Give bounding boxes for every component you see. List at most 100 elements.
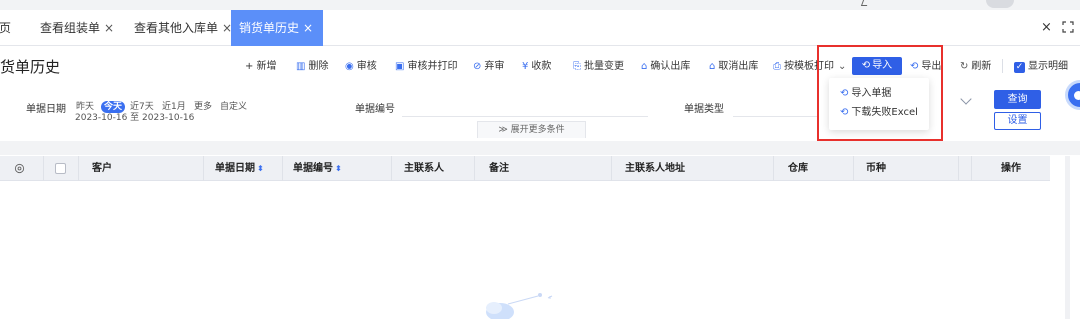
column-header-doc-date[interactable]: 单据日期 ⬍ xyxy=(215,156,264,181)
column-divider xyxy=(474,156,475,181)
warehouse-out-icon: ⌂ xyxy=(641,61,648,72)
audit-print-button[interactable]: ▣ 审核并打印 xyxy=(395,60,457,74)
add-button[interactable]: + 新增 xyxy=(245,60,277,74)
audit-button[interactable]: ◉ 审核 xyxy=(345,60,377,74)
column-header-warehouse: 仓库 xyxy=(788,163,808,174)
menu-item-import-doc[interactable]: ⟲ 导入单据 xyxy=(840,86,891,102)
expand-more-conditions[interactable]: ≫ 展开更多条件 xyxy=(477,121,586,138)
column-header-customer: 客户 xyxy=(92,163,112,174)
column-label: 单据编号 xyxy=(293,163,333,174)
avatar[interactable] xyxy=(986,0,1014,8)
refresh-button[interactable]: ↻ 刷新 xyxy=(960,60,991,74)
trash-icon: ▥ xyxy=(296,61,306,72)
close-icon[interactable]: × xyxy=(303,21,313,35)
payment-icon: ¥ xyxy=(522,61,529,72)
chevron-down-icon[interactable] xyxy=(960,93,972,105)
doc-type-label: 单据类型 xyxy=(684,104,724,115)
warehouse-cancel-icon: ⌂ xyxy=(709,61,716,72)
column-header-remark: 备注 xyxy=(489,163,509,174)
delete-button[interactable]: ▥ 删除 xyxy=(296,60,328,74)
export-icon: ⟲ xyxy=(910,61,919,72)
assistant-float-icon[interactable] xyxy=(1065,80,1080,110)
expand-label: 展开更多条件 xyxy=(510,125,565,135)
tab-bar: 页 查看组装单 × 查看其他入库单 × 销货单历史 × × xyxy=(0,10,1080,46)
cancel-out-label: 取消出库 xyxy=(718,61,759,72)
batch-change-button[interactable]: ⎘ 批量变更 xyxy=(573,60,624,74)
download-icon: ⟲ xyxy=(840,107,849,118)
gear-icon[interactable] xyxy=(14,163,25,174)
column-header-doc-no[interactable]: 单据编号 ⬍ xyxy=(293,156,342,181)
abandon-audit-button[interactable]: ⊘ 弃审 xyxy=(473,60,504,74)
batch-change-label: 批量变更 xyxy=(584,61,624,72)
refresh-label: 刷新 xyxy=(971,61,992,72)
tab-assembly-view[interactable]: 查看组装单 × xyxy=(40,10,114,46)
section-separator xyxy=(0,141,1080,155)
tab-label: 销货单历史 xyxy=(239,21,300,35)
abandon-label: 弃审 xyxy=(484,61,505,72)
audit-label: 审核 xyxy=(356,61,377,72)
close-all-tabs-icon[interactable]: × xyxy=(1041,10,1052,46)
column-header-contact-address: 主联系人地址 xyxy=(625,163,685,174)
doc-no-label: 单据编号 xyxy=(355,104,395,115)
refresh-icon: ↻ xyxy=(960,61,969,72)
add-label: + 新增 xyxy=(245,61,277,72)
doc-no-input[interactable] xyxy=(402,116,648,117)
show-detail-label: 显示明细 xyxy=(1028,61,1068,72)
tab-home[interactable]: 页 xyxy=(0,10,11,46)
empty-state-illustration xyxy=(486,293,553,319)
table-header: 客户 单据日期 ⬍ 单据编号 ⬍ 主联系人 备注 主联系人地址 仓库 币种 操作 xyxy=(0,156,1050,181)
show-detail-toggle[interactable]: ✓ 显示明细 xyxy=(1014,60,1068,74)
printer-icon: ⎙ xyxy=(773,61,781,72)
fullscreen-icon[interactable] xyxy=(1062,21,1074,33)
column-divider xyxy=(282,156,283,181)
toolbar-divider xyxy=(1002,59,1003,73)
import-icon: ⟲ xyxy=(840,88,849,99)
receive-label: 收款 xyxy=(531,61,552,72)
date-option-custom[interactable]: 自定义 xyxy=(220,101,247,113)
column-divider xyxy=(853,156,854,181)
top-window-strip xyxy=(0,0,1080,10)
date-filter-label: 单据日期 xyxy=(26,104,66,115)
column-divider xyxy=(958,156,959,181)
menu-item-label: 导入单据 xyxy=(851,88,892,99)
confirm-out-label: 确认出库 xyxy=(650,61,691,72)
tab-label: 查看组装单 xyxy=(40,21,101,35)
checkbox-checked-icon[interactable]: ✓ xyxy=(1014,61,1025,73)
tab-other-inbound-view[interactable]: 查看其他入库单 × xyxy=(134,10,232,46)
page-title: 货单历史 xyxy=(0,58,61,76)
chevron-down-icon[interactable]: ⌄ xyxy=(838,60,846,74)
audit-print-icon: ▣ xyxy=(395,61,405,72)
tab-label: 查看其他入库单 xyxy=(134,21,219,35)
select-all-checkbox[interactable] xyxy=(55,163,66,174)
sort-icon[interactable]: ⬍ xyxy=(257,164,264,173)
audit-icon: ◉ xyxy=(345,61,354,72)
import-label: 导入 xyxy=(872,60,893,71)
column-label: 单据日期 xyxy=(215,163,255,174)
import-button[interactable]: ⟲ 导入 xyxy=(852,57,902,75)
import-dropdown-menu: ⟲ 导入单据 ⟲ 下载失败Excel xyxy=(829,78,929,130)
cancel-out-button[interactable]: ⌂ 取消出库 xyxy=(709,60,758,74)
receive-payment-button[interactable]: ¥ 收款 xyxy=(522,60,551,74)
column-divider xyxy=(203,156,204,181)
audit-print-label: 审核并打印 xyxy=(407,61,458,72)
sort-icon[interactable]: ⬍ xyxy=(335,164,342,173)
menu-item-download-failed[interactable]: ⟲ 下载失败Excel xyxy=(840,105,918,121)
column-divider xyxy=(43,156,44,181)
doc-type-select[interactable] xyxy=(733,116,817,117)
vertical-scrollbar[interactable] xyxy=(1065,156,1070,319)
column-divider xyxy=(971,156,972,181)
column-header-contact: 主联系人 xyxy=(404,163,444,174)
check-icon xyxy=(860,0,870,6)
close-icon[interactable]: × xyxy=(104,21,114,35)
column-divider xyxy=(611,156,612,181)
query-button[interactable]: 查询 xyxy=(994,90,1041,109)
settings-button[interactable]: 设置 xyxy=(994,112,1041,130)
tab-sales-history[interactable]: 销货单历史 × xyxy=(231,10,323,46)
column-header-currency: 币种 xyxy=(866,163,886,174)
export-button[interactable]: ⟲ 导出 xyxy=(910,60,941,74)
template-print-button[interactable]: ⎙ 按模板打印 ⌄ xyxy=(773,60,846,74)
confirm-out-button[interactable]: ⌂ 确认出库 xyxy=(641,60,690,74)
date-option-more[interactable]: 更多 xyxy=(194,101,212,113)
import-icon: ⟲ xyxy=(861,60,871,71)
batch-change-icon: ⎘ xyxy=(573,61,581,72)
